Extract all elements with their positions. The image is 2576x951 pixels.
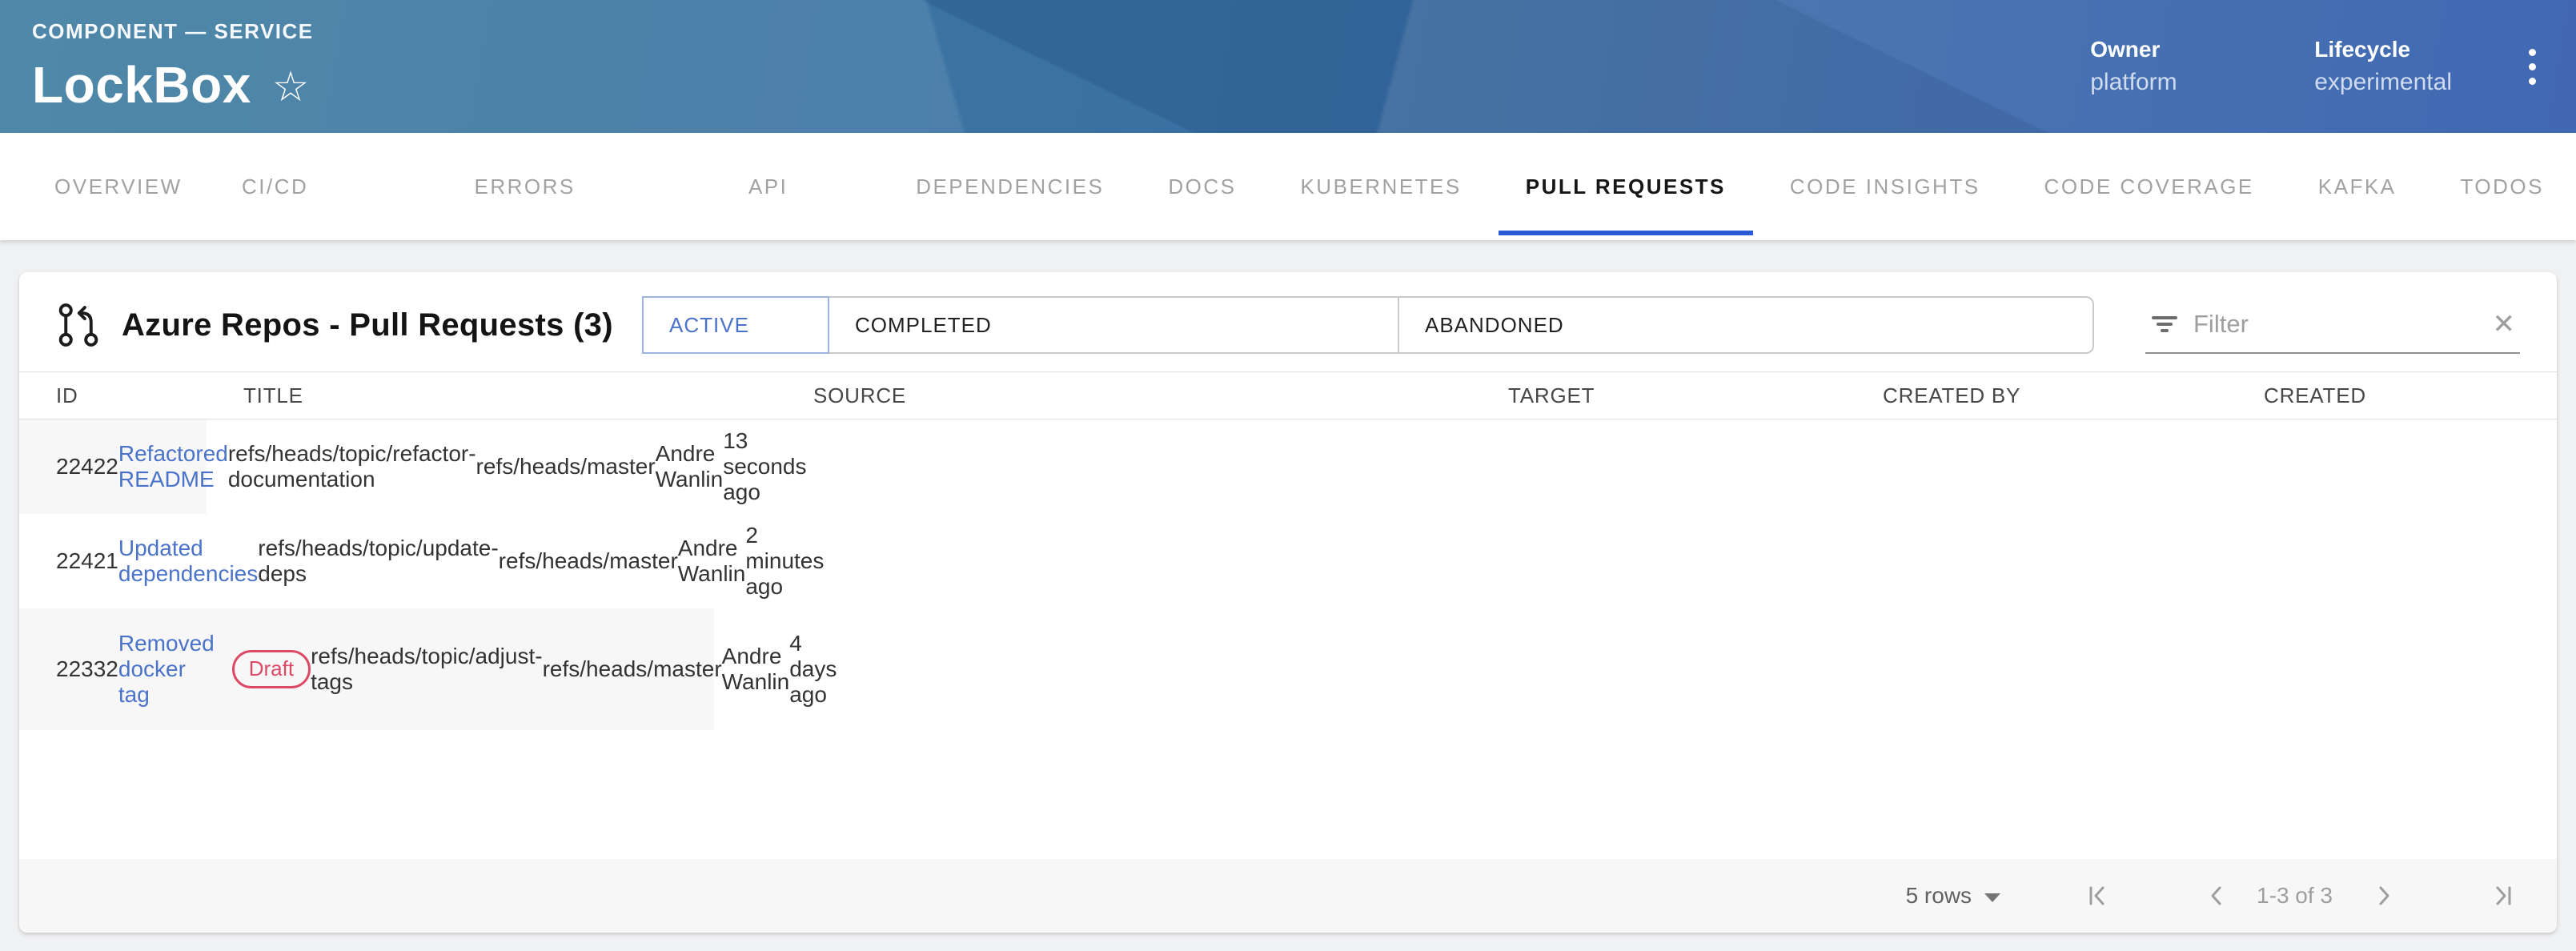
star-icon[interactable]: ☆ <box>272 66 310 108</box>
lifecycle-value: experimental <box>2314 69 2452 96</box>
tab[interactable]: DOCS <box>1136 133 1268 240</box>
cell-id: 22422 <box>56 454 118 480</box>
pr-state-filter: ACTIVE COMPLETED ABANDONED <box>642 296 2094 354</box>
cell-title: Updated dependencies <box>118 536 258 587</box>
tab[interactable]: PULL REQUESTS <box>1494 133 1758 240</box>
page-body: Azure Repos - Pull Requests (3) ACTIVE C… <box>0 240 2576 933</box>
state-filter-button[interactable]: ABANDONED <box>1399 296 2094 354</box>
kebab-menu-icon[interactable] <box>2524 41 2541 93</box>
owner-value: platform <box>2090 69 2226 96</box>
caret-down-icon <box>1984 893 2000 902</box>
cell-created-by: Andre Wanlin <box>722 644 790 695</box>
pull-request-icon <box>56 303 101 347</box>
lifecycle-meta: Lifecycle experimental <box>2314 37 2452 96</box>
pr-title-link[interactable]: Removed docker tag <box>118 631 215 708</box>
tab[interactable]: DEPENDENCIES <box>884 133 1136 240</box>
column-header: TARGET <box>1508 383 1883 408</box>
cell-id: 22332 <box>56 656 118 682</box>
owner-meta: Owner platform <box>2090 37 2226 96</box>
empty-space <box>19 730 2557 859</box>
pr-title-link[interactable]: Updated dependencies <box>118 536 258 587</box>
card-title: Azure Repos - Pull Requests (3) <box>122 307 613 343</box>
pagination-range: 1-3 of 3 <box>2257 883 2333 909</box>
tab[interactable]: API <box>716 133 884 240</box>
previous-page-button[interactable] <box>2196 875 2237 917</box>
state-filter-button[interactable]: COMPLETED <box>829 296 1399 354</box>
tab[interactable]: ERRORS <box>443 133 716 240</box>
next-page-button[interactable] <box>2363 875 2405 917</box>
state-filter-button[interactable]: ACTIVE <box>642 296 829 354</box>
tab[interactable]: CI/CD <box>210 133 443 240</box>
clear-filter-icon[interactable]: ✕ <box>2493 311 2516 338</box>
cell-id: 22421 <box>56 548 118 574</box>
owner-label: Owner <box>2090 37 2226 62</box>
entity-header: COMPONENT — SERVICE LockBox ☆ Owner plat… <box>0 0 2576 133</box>
column-header: TITLE <box>243 383 813 408</box>
column-header: ID <box>56 383 243 408</box>
cell-created-by: Andre Wanlin <box>656 441 724 492</box>
tab-bar: OVERVIEW CI/CD ERRORS API DEPENDENCIES D… <box>0 133 2576 240</box>
column-header: CREATED BY <box>1883 383 2264 408</box>
rows-per-page-label: 5 rows <box>1906 883 1972 909</box>
breadcrumb: COMPONENT — SERVICE <box>32 19 314 44</box>
filter-icon <box>2150 310 2179 339</box>
tab[interactable]: OVERVIEW <box>22 133 210 240</box>
column-header: CREATED <box>2264 383 2533 408</box>
cell-source: refs/heads/topic/adjust-tags <box>311 644 543 695</box>
tab[interactable]: CODE COVERAGE <box>2012 133 2286 240</box>
tab[interactable]: TODOS <box>2429 133 2576 240</box>
page-title: LockBox <box>32 55 251 114</box>
tab[interactable]: CODE INSIGHTS <box>1758 133 2012 240</box>
cell-title: Refactored README <box>118 441 228 492</box>
cell-created: 2 minutes ago <box>745 523 824 600</box>
cell-source: refs/heads/topic/refactor-documentation <box>228 441 476 492</box>
cell-target: refs/heads/master <box>499 548 678 574</box>
cell-title: Removed docker tag Draft <box>118 631 311 708</box>
column-header: SOURCE <box>813 383 1508 408</box>
rows-per-page-select[interactable]: 5 rows <box>1906 883 2000 909</box>
last-page-button[interactable] <box>2482 875 2523 917</box>
tab[interactable]: KAFKA <box>2286 133 2429 240</box>
first-page-button[interactable] <box>2077 875 2119 917</box>
pagination-bar: 5 rows 1-3 of 3 <box>19 859 2557 933</box>
cell-created: 13 seconds ago <box>723 428 806 505</box>
table-body: 22422 Refactored README refs/heads/topic… <box>19 419 2557 730</box>
pr-title-link[interactable]: Refactored README <box>118 441 228 492</box>
draft-badge: Draft <box>232 650 311 688</box>
filter-field: ✕ <box>2145 296 2520 354</box>
table-row: 22421 Updated dependencies refs/heads/to… <box>19 514 589 608</box>
table-row: 22332 Removed docker tag Draft refs/head… <box>19 608 714 730</box>
cell-created-by: Andre Wanlin <box>678 536 746 587</box>
cell-target: refs/heads/master <box>476 454 656 480</box>
table-row: 22422 Refactored README refs/heads/topic… <box>19 419 207 514</box>
cell-source: refs/heads/topic/update-deps <box>258 536 498 587</box>
cell-created: 4 days ago <box>789 631 837 708</box>
tab[interactable]: KUBERNETES <box>1268 133 1493 240</box>
cell-target: refs/heads/master <box>543 656 722 682</box>
table-header-row: ID TITLE SOURCE TARGET CREATED BY CREATE… <box>19 371 2557 419</box>
lifecycle-label: Lifecycle <box>2314 37 2452 62</box>
pull-requests-card: Azure Repos - Pull Requests (3) ACTIVE C… <box>19 272 2557 933</box>
filter-input[interactable] <box>2193 310 2478 339</box>
